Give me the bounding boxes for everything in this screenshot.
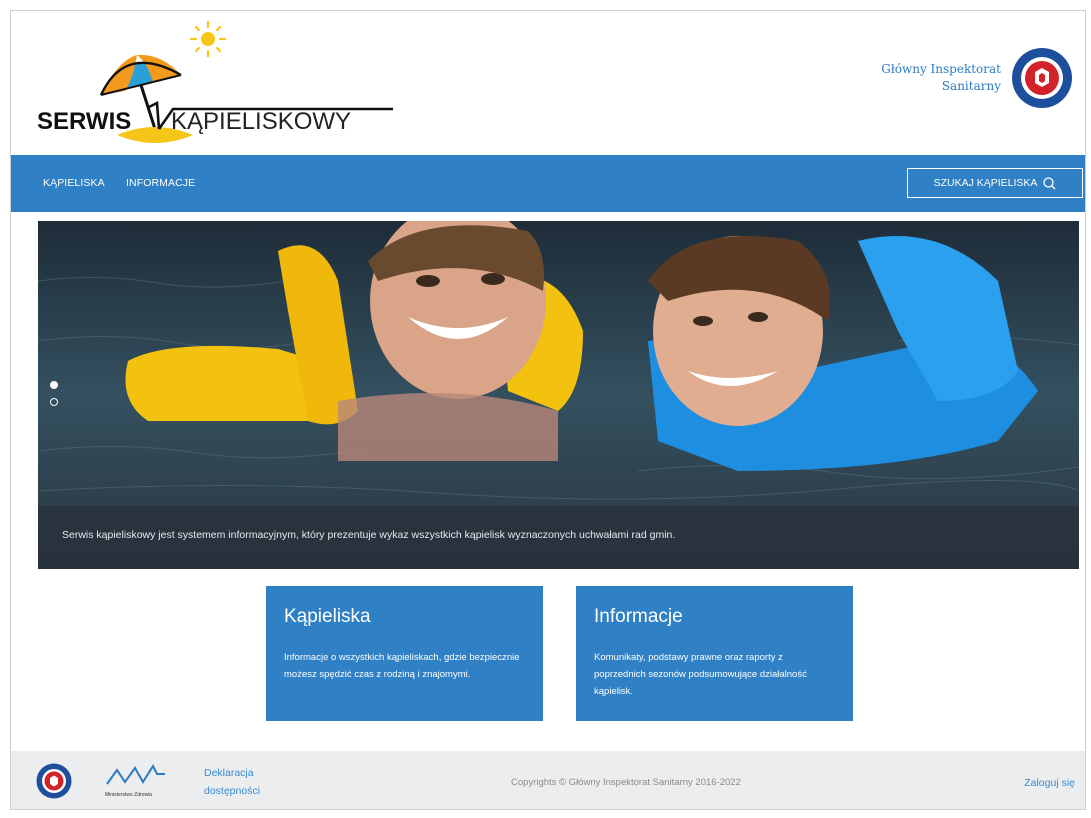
gis-name-line2: Sanitarny <box>941 79 1001 93</box>
card-informacje[interactable]: Informacje Komunikaty, podstawy prawne o… <box>576 586 853 721</box>
nav-item-kapieliska[interactable]: KĄPIELISKA <box>43 177 105 189</box>
card-description: Informacje o wszystkich kąpieliskach, gd… <box>284 652 520 680</box>
search-button-label: SZUKAJ KĄPIELISKA <box>933 177 1038 189</box>
gis-seal-icon <box>1012 48 1072 108</box>
hero-caption-bar: Serwis kąpieliskowy jest systemem inform… <box>38 506 1079 569</box>
site-header: SERWIS KĄPIELISKOWY Główny Inspektorat S… <box>11 11 1085 154</box>
gis-name-line1: Główny Inspektorat <box>881 62 1001 76</box>
card-title: Kąpieliska <box>284 606 371 627</box>
site-logo[interactable]: SERWIS KĄPIELISKOWY <box>33 17 393 152</box>
card-title: Informacje <box>594 606 683 627</box>
site-footer: Ministerstwo Zdrowia Deklaracja dostępno… <box>11 751 1085 809</box>
ministry-label: Ministerstwo Zdrowia <box>105 792 152 798</box>
logo-text-light: KĄPIELISKOWY <box>171 108 351 135</box>
copyright-text: Copyrights © Główny Inspektorat Sanitarn… <box>511 777 741 788</box>
hero-slider: Serwis kąpieliskowy jest systemem inform… <box>38 221 1079 569</box>
page: SERWIS KĄPIELISKOWY Główny Inspektorat S… <box>10 10 1086 810</box>
search-icon <box>1043 176 1056 189</box>
gis-brand[interactable]: Główny Inspektorat Sanitarny <box>881 47 1073 109</box>
search-button[interactable]: SZUKAJ KĄPIELISKA <box>907 168 1083 198</box>
hero-caption: Serwis kąpieliskowy jest systemem inform… <box>62 529 676 541</box>
sun-icon <box>189 20 227 58</box>
nav-item-informacje[interactable]: INFORMACJE <box>126 177 195 189</box>
declaration-line2: dostępności <box>204 785 261 797</box>
declaration-line1: Deklaracja <box>204 767 254 779</box>
slider-dot-1[interactable] <box>50 381 58 389</box>
slider-dot-2[interactable] <box>50 398 58 406</box>
accessibility-declaration-link[interactable]: Deklaracja dostępności <box>204 764 260 800</box>
gis-seal-icon[interactable] <box>36 763 72 799</box>
gis-name: Główny Inspektorat Sanitarny <box>881 61 1001 95</box>
card-kapieliska[interactable]: Kąpieliska Informacje o wszystkich kąpie… <box>266 586 543 721</box>
logo-text-bold: SERWIS <box>37 108 131 135</box>
login-link[interactable]: Zaloguj się <box>1024 777 1075 789</box>
main-nav: KĄPIELISKA INFORMACJE SZUKAJ KĄPIELISKA <box>11 155 1085 212</box>
card-description: Komunikaty, podstawy prawne oraz raporty… <box>594 652 807 697</box>
